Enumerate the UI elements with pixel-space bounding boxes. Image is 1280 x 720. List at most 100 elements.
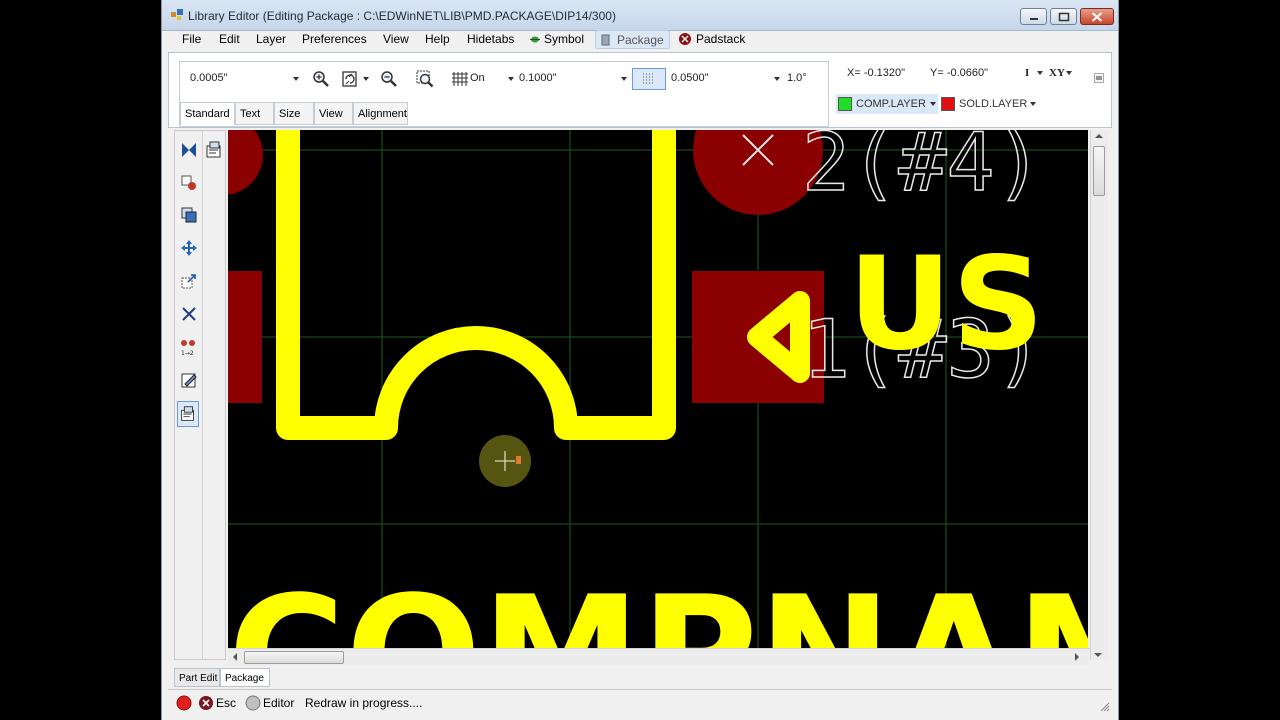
- tab-alignment-label: Alignment: [358, 108, 407, 120]
- grid-spacing-combo[interactable]: 0.1000": [519, 72, 557, 84]
- title-bar: Library Editor (Editing Package : C:\EDW…: [162, 0, 1118, 31]
- mode-xy[interactable]: XY: [1049, 67, 1065, 79]
- symbol-icon: [530, 36, 540, 43]
- mode-xy-dropdown-icon[interactable]: [1066, 71, 1072, 75]
- mode-i[interactable]: I: [1025, 67, 1029, 79]
- scroll-left-icon[interactable]: [232, 653, 238, 661]
- toolbar-options-icon[interactable]: [1094, 73, 1104, 83]
- grid-spacing-dropdown-icon[interactable]: [621, 77, 627, 81]
- tab-part-edit-label: Part Edit: [179, 673, 218, 684]
- tab-standard[interactable]: Standard: [180, 102, 235, 125]
- tab-standard-label: Standard: [185, 108, 230, 120]
- tab-package-bottom-label: Package: [225, 673, 264, 684]
- padstack-icon: [679, 33, 691, 45]
- menu-preferences[interactable]: Preferences: [302, 32, 367, 46]
- tab-alignment[interactable]: Alignment: [353, 102, 408, 125]
- resize-grip-icon[interactable]: [1100, 702, 1110, 712]
- window-title: Library Editor (Editing Package : C:\EDW…: [188, 9, 616, 23]
- tab-part-edit[interactable]: Part Edit: [174, 668, 220, 687]
- status-bar: Esc Editor Redraw in progress....: [168, 689, 1112, 716]
- edit-icon[interactable]: [179, 370, 199, 390]
- tab-package-label: Package: [617, 33, 664, 47]
- move-icon[interactable]: [179, 238, 199, 258]
- close-button[interactable]: [1080, 8, 1114, 25]
- tab-size[interactable]: Size: [274, 102, 314, 125]
- vertical-scroll-thumb[interactable]: [1093, 146, 1105, 196]
- tab-view[interactable]: View: [314, 102, 353, 125]
- vertical-scrollbar[interactable]: [1090, 130, 1108, 660]
- minimize-icon: [1029, 17, 1038, 20]
- us-label: US: [848, 230, 1044, 379]
- tab-symbol[interactable]: Symbol: [524, 30, 588, 49]
- menu-view[interactable]: View: [383, 32, 409, 46]
- minimize-button[interactable]: [1020, 8, 1047, 25]
- tab-text-label: Text: [240, 108, 261, 120]
- angle-combo[interactable]: 1.0°: [787, 72, 807, 84]
- mode-i-dropdown-icon[interactable]: [1037, 71, 1043, 75]
- stop-icon[interactable]: [176, 695, 192, 711]
- tab-package-bottom[interactable]: Package: [220, 668, 270, 687]
- scroll-right-icon[interactable]: [1074, 653, 1080, 661]
- menu-file[interactable]: File: [182, 32, 201, 46]
- cursor-marker: [516, 456, 521, 464]
- package-icon: [601, 34, 610, 46]
- tab-padstack[interactable]: Padstack: [674, 30, 754, 49]
- drawing-canvas[interactable]: 2(#4) 1(#3) US COMPNAME: [228, 130, 1088, 648]
- maximize-button[interactable]: [1050, 8, 1077, 25]
- grid-state[interactable]: On: [470, 72, 485, 84]
- menu-edit[interactable]: Edit: [219, 32, 240, 46]
- solder-layer-select[interactable]: SOLD.LAYER: [941, 94, 1039, 114]
- menu-help[interactable]: Help: [425, 32, 450, 46]
- grid-state-dropdown-icon[interactable]: [508, 77, 514, 81]
- sold-layer-dropdown-icon: [1030, 102, 1036, 106]
- fine-grid-button[interactable]: [632, 68, 666, 90]
- compname-label: COMPNAME: [228, 561, 1088, 648]
- grid-icon[interactable]: [451, 70, 469, 88]
- esc-button[interactable]: Esc: [216, 696, 236, 710]
- tab-view-label: View: [319, 108, 343, 120]
- delete-icon[interactable]: [179, 304, 199, 324]
- tab-package[interactable]: Package: [595, 30, 670, 49]
- comp-layer-dropdown-icon: [930, 102, 936, 106]
- tab-size-label: Size: [279, 108, 301, 120]
- drawing-tools-panel: 1→2: [174, 130, 226, 660]
- tab-symbol-label: Symbol: [544, 32, 585, 46]
- horizontal-scroll-thumb[interactable]: [244, 651, 344, 664]
- library-editor-window: Library Editor (Editing Package : C:\EDW…: [161, 0, 1119, 720]
- fine-grid-combo[interactable]: 0.0500": [671, 72, 709, 84]
- svg-text:1→2: 1→2: [181, 350, 194, 357]
- zoom-window-icon[interactable]: [416, 70, 434, 88]
- resize-icon[interactable]: [179, 271, 199, 291]
- renumber-pins-icon[interactable]: 1→2: [179, 337, 199, 357]
- menu-layer[interactable]: Layer: [256, 32, 286, 46]
- package-properties-icon[interactable]: [177, 401, 199, 427]
- app-icon: [171, 9, 183, 20]
- zoom-out-icon[interactable]: [380, 70, 398, 88]
- scroll-up-icon[interactable]: [1095, 133, 1103, 139]
- fine-grid-icon: [643, 73, 655, 84]
- component-layer-select[interactable]: COMP.LAYER: [836, 94, 938, 114]
- snap-combo[interactable]: 0.0005": [190, 72, 228, 84]
- y-coordinate: Y= -0.0660": [930, 67, 989, 79]
- zoom-in-icon[interactable]: [312, 70, 330, 88]
- pcb-footprint-view: 2(#4) 1(#3) US COMPNAME: [228, 130, 1088, 648]
- menu-hidetabs[interactable]: Hidetabs: [467, 32, 514, 46]
- sold-layer-name: SOLD.LAYER: [959, 98, 1028, 110]
- add-element-icon[interactable]: [179, 173, 199, 193]
- horizontal-scrollbar[interactable]: [228, 648, 1090, 665]
- editor-button[interactable]: Editor: [263, 696, 294, 710]
- scroll-down-icon[interactable]: [1094, 652, 1102, 658]
- copy-icon[interactable]: [179, 205, 199, 225]
- zoom-fit-icon[interactable]: [341, 70, 359, 88]
- menu-bar: File Edit Layer Preferences View Help Hi…: [168, 30, 1112, 50]
- tab-text[interactable]: Text: [235, 102, 274, 125]
- snap-dropdown-icon[interactable]: [293, 77, 299, 81]
- sold-layer-swatch: [941, 97, 955, 111]
- fine-grid-dropdown-icon[interactable]: [774, 77, 780, 81]
- select-icon[interactable]: [179, 140, 199, 160]
- x-coordinate: X= -0.1320": [847, 67, 906, 79]
- editor-icon: [245, 695, 261, 711]
- properties-icon[interactable]: [204, 140, 224, 160]
- maximize-icon: [1058, 12, 1069, 21]
- zoom-fit-dropdown-icon[interactable]: [363, 77, 369, 81]
